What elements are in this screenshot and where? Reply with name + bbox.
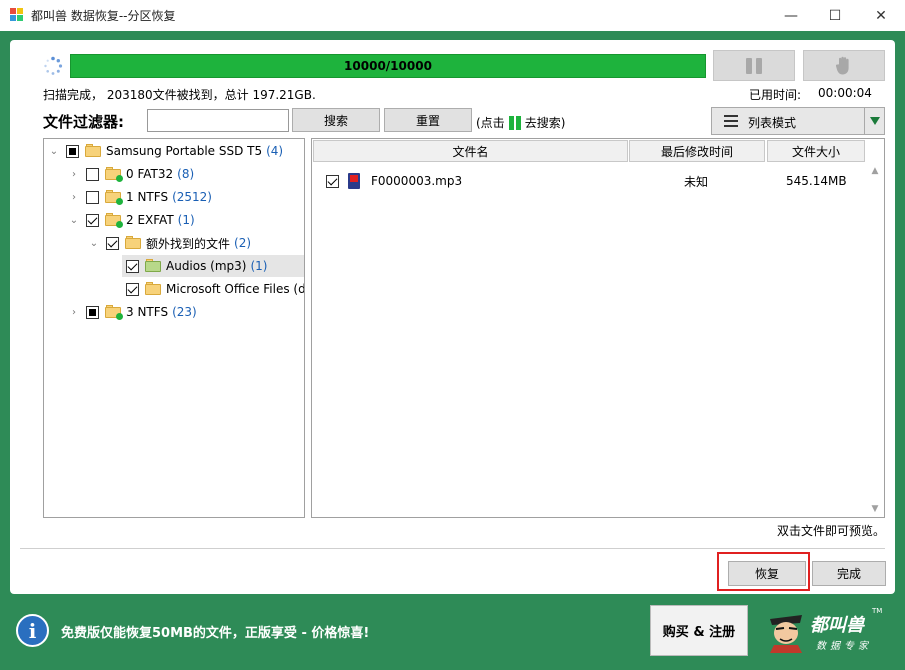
tree-node-label: Samsung Portable SSD T5	[106, 144, 263, 158]
chevron-down-icon[interactable]: ⌄	[48, 145, 60, 157]
green-bars-icon	[508, 115, 521, 130]
search-hint-before: (点击	[476, 116, 505, 130]
search-hint: (点击 去搜索)	[476, 114, 565, 131]
tree-node-label: Microsoft Office Files (d	[166, 282, 305, 296]
partition-tree[interactable]: ⌄ Samsung Portable SSD T5 (4) › 0 FAT32 …	[43, 138, 305, 518]
tree-node-ntfs-3[interactable]: › 3 NTFS (23)	[68, 301, 197, 323]
tree-node-count: (2512)	[172, 190, 212, 204]
column-header-filename[interactable]: 文件名	[313, 140, 628, 162]
file-list[interactable]: 文件名 最后修改时间 文件大小 F0000003.mp3 未知 545.14MB…	[311, 138, 885, 518]
tree-node-label: 3 NTFS	[126, 305, 169, 319]
reset-button[interactable]: 重置	[384, 108, 472, 132]
logo-name: 都叫兽	[810, 615, 864, 636]
tree-node-label: 0 FAT32	[126, 167, 174, 181]
preview-hint: 双击文件即可预览。	[777, 524, 886, 538]
tree-node-label: 额外找到的文件	[146, 236, 231, 251]
tree-checkbox[interactable]	[86, 190, 99, 204]
brand-logo: 都叫兽 数据专家 TM	[764, 605, 884, 656]
partition-folder-icon	[105, 190, 123, 205]
column-header-modified[interactable]: 最后修改时间	[629, 140, 765, 162]
tree-node-exfat[interactable]: ⌄ 2 EXFAT (1)	[68, 209, 195, 231]
loading-spinner-icon	[44, 56, 63, 75]
tree-node-count: (2)	[234, 236, 252, 250]
chevron-right-icon[interactable]: ›	[68, 306, 80, 318]
window-title: 都叫兽 数据恢复--分区恢复	[31, 9, 176, 23]
tree-checkbox[interactable]	[86, 167, 99, 181]
recover-button-highlight	[717, 552, 810, 591]
app-logo-icon	[10, 8, 24, 22]
pause-button[interactable]	[713, 50, 795, 81]
tree-node-label: 2 EXFAT	[126, 213, 174, 227]
chevron-down-icon[interactable]: ⌄	[68, 214, 80, 226]
tree-node-office-files[interactable]: Microsoft Office Files (d	[126, 278, 305, 300]
folder-open-icon	[125, 236, 141, 249]
tree-node-fat32[interactable]: › 0 FAT32 (8)	[68, 163, 194, 185]
tree-node-audios[interactable]: Audios (mp3) (1)	[122, 255, 304, 277]
tree-node-ntfs-1[interactable]: › 1 NTFS (2512)	[68, 186, 212, 208]
elapsed-time-label: 已用时间:	[749, 88, 802, 102]
view-mode-select[interactable]: 列表模式	[711, 107, 885, 135]
progress-text: 10000/10000	[344, 59, 432, 73]
file-filter-label: 文件过滤器:	[43, 113, 124, 131]
search-hint-after: 去搜索)	[524, 116, 566, 130]
tree-checkbox[interactable]	[86, 213, 99, 227]
close-button[interactable]: ✕	[858, 0, 904, 31]
tree-checkbox[interactable]	[66, 144, 79, 158]
tree-checkbox[interactable]	[86, 305, 99, 319]
scroll-up-icon[interactable]: ▲	[867, 163, 883, 179]
buy-register-button[interactable]: 购买 & 注册	[650, 605, 748, 656]
info-icon: i	[16, 614, 49, 647]
file-filter-input[interactable]	[147, 109, 289, 132]
title-bar: 都叫兽 数据恢复--分区恢复 — ☐ ✕	[0, 0, 905, 31]
mp3-file-icon	[347, 173, 361, 189]
trademark: TM	[872, 607, 883, 615]
file-list-scrollbar[interactable]: ▲ ▼	[867, 163, 883, 517]
partition-folder-icon	[105, 213, 123, 228]
search-button[interactable]: 搜索	[292, 108, 380, 132]
scan-status-text: 扫描完成， 203180文件被找到，总计 197.21GB.	[43, 88, 316, 102]
view-mode-label: 列表模式	[748, 116, 797, 130]
scroll-down-icon[interactable]: ▼	[867, 501, 883, 517]
file-modified: 未知	[684, 174, 709, 189]
tree-node-count: (4)	[266, 144, 284, 158]
folder-open-icon	[145, 282, 161, 295]
tree-node-extra-files[interactable]: ⌄ 额外找到的文件 (2)	[88, 232, 251, 254]
mascot-icon	[770, 615, 802, 653]
chevron-right-icon[interactable]: ›	[68, 168, 80, 180]
logo-subtitle: 数据专家	[816, 641, 872, 652]
tree-checkbox[interactable]	[106, 236, 119, 250]
folder-icon	[85, 144, 101, 157]
column-header-size[interactable]: 文件大小	[767, 140, 865, 162]
tree-node-samsung-ssd[interactable]: ⌄ Samsung Portable SSD T5 (4)	[48, 140, 283, 162]
file-name: F0000003.mp3	[371, 174, 463, 188]
tree-checkbox[interactable]	[126, 259, 139, 273]
maximize-button[interactable]: ☐	[812, 0, 858, 31]
partition-folder-icon	[105, 167, 123, 182]
list-view-icon	[724, 115, 738, 127]
divider	[20, 548, 885, 549]
chevron-right-icon[interactable]: ›	[68, 191, 80, 203]
partition-folder-icon	[105, 305, 123, 320]
tree-node-label: Audios (mp3)	[166, 259, 247, 273]
tree-node-count: (1)	[250, 259, 268, 273]
view-mode-dropdown-arrow-icon[interactable]	[864, 108, 884, 134]
tree-node-count: (8)	[177, 167, 195, 181]
scan-progress-bar: 10000/10000	[70, 54, 706, 78]
file-row[interactable]: F0000003.mp3 未知 545.14MB	[326, 171, 866, 191]
promo-text: 免费版仅能恢复50MB的文件，正版享受 - 价格惊喜!	[61, 626, 370, 641]
minimize-button[interactable]: —	[768, 0, 814, 31]
tree-node-label: 1 NTFS	[126, 190, 169, 204]
tree-node-count: (1)	[177, 213, 195, 227]
file-size: 545.14MB	[786, 174, 847, 188]
tree-checkbox[interactable]	[126, 282, 139, 296]
folder-open-icon	[145, 259, 161, 272]
chevron-down-icon[interactable]: ⌄	[88, 237, 100, 249]
stop-hand-icon	[835, 56, 849, 74]
pause-icon	[746, 57, 762, 74]
file-row-checkbox[interactable]	[326, 174, 339, 188]
elapsed-time-value: 00:00:04	[818, 86, 872, 100]
finish-button[interactable]: 完成	[812, 561, 886, 586]
stop-button[interactable]	[803, 50, 885, 81]
tree-node-count: (23)	[172, 305, 197, 319]
